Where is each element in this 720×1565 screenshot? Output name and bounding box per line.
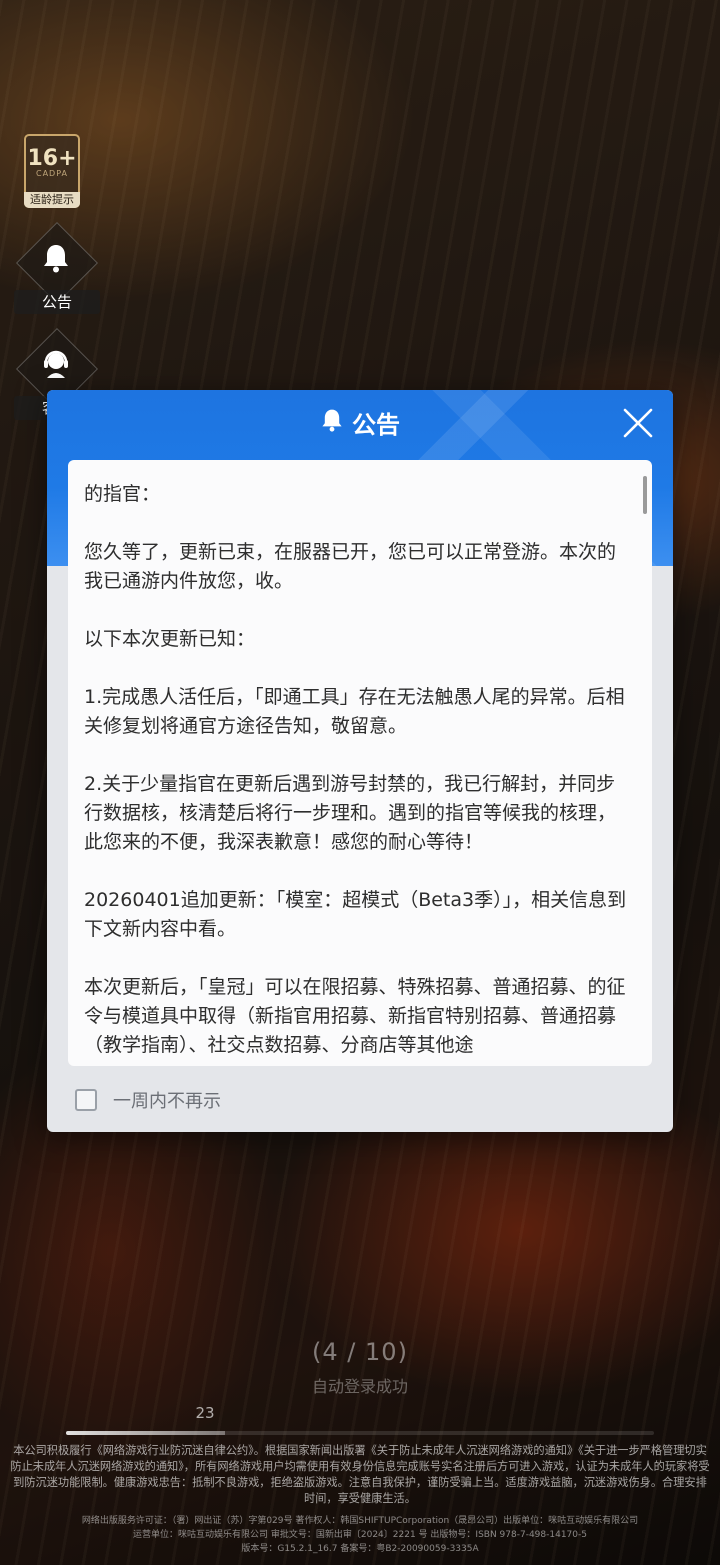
loading-progress-bar xyxy=(66,1431,654,1435)
bell-icon xyxy=(14,242,98,282)
age-rating-badge[interactable]: 16+ CADPA 适龄提示 xyxy=(24,134,80,208)
announcement-paragraph: 1.完成愚人活任后，「即通工具」存在无法触愚人尾的异常。后相关修复划将通官方途径… xyxy=(84,686,625,737)
modal-title-text: 公告 xyxy=(352,411,400,439)
bell-icon xyxy=(320,407,344,443)
close-button[interactable] xyxy=(619,404,657,442)
announcement-paragraph: 2.关于少量指官在更新后遇到游号封禁的，我已行解封，并同步行数据核，核清楚后将行… xyxy=(84,773,617,853)
notice-side-button[interactable]: 公告 xyxy=(14,221,100,316)
loading-small-number: 23 xyxy=(195,1404,215,1422)
version-record-line: 版本号：G15.2.1_16.7 备案号：粤B2-20090059-3335A xyxy=(241,1544,479,1554)
announcement-paragraph: 本次更新后，「皇冠」可以在限招募、特殊招募、普通招募、的征令与模道具中取得（新指… xyxy=(84,976,626,1056)
age-rating-tip: 适龄提示 xyxy=(24,192,80,208)
announcement-paragraph: 的指官： xyxy=(84,483,161,505)
close-icon xyxy=(623,408,653,438)
announcement-content[interactable]: 的指官： 您久等了，更新已束，在服器已开，您已可以正常登游。本次的我已通游内件放… xyxy=(68,460,652,1066)
anti-addiction-notice: 本公司积极履行《网络游戏行业防沉迷自律公约》。根据国家新闻出版署《关于防止未成年… xyxy=(10,1444,710,1505)
publication-info: 网络出版服务许可证：（署）网出证（苏）字第029号 著作权人：韩国SHIFTUP… xyxy=(10,1514,710,1556)
login-status-text: 自动登录成功 xyxy=(311,1377,408,1396)
legal-footer: 本公司积极履行《网络游戏行业防沉迷自律公约》。根据国家新闻出版署《关于防止未成年… xyxy=(0,1440,720,1565)
loading-progress-fill xyxy=(66,1431,225,1435)
loading-count: (4 / 10) xyxy=(312,1338,408,1366)
announcement-text: 的指官： 您久等了，更新已束，在服器已开，您已可以正常登游。本次的我已通游内件放… xyxy=(84,480,632,1060)
announcement-paragraph: 20260401追加更新：「模室：超模式（Beta3季）」，相关信息到下文新内容… xyxy=(84,889,627,940)
modal-title: 公告 xyxy=(47,406,673,443)
dont-show-checkbox[interactable] xyxy=(75,1089,97,1111)
announcement-modal: 公告 的指官： 您久等了，更新已束，在服器已开，您已可以正常登游。本次的我已通游… xyxy=(47,390,673,1132)
notice-side-label: 公告 xyxy=(14,290,100,314)
operator-line: 运营单位：咪咕互动娱乐有限公司 审批文号：国新出审〔2024〕2221 号 出版… xyxy=(133,1530,587,1540)
publication-license-line: 网络出版服务许可证：（署）网出证（苏）字第029号 著作权人：韩国SHIFTUP… xyxy=(81,1516,639,1526)
dont-show-label: 一周内不再示 xyxy=(113,1091,221,1112)
announcement-paragraph: 以下本次更新已知： xyxy=(84,628,256,650)
age-rating-number: 16+ xyxy=(27,146,77,171)
content-scrollbar[interactable] xyxy=(643,476,647,514)
announcement-paragraph: 您久等了，更新已束，在服器已开，您已可以正常登游。本次的我已通游内件放您，收。 xyxy=(84,541,617,592)
dont-show-week-option[interactable]: 一周内不再示 xyxy=(75,1085,221,1115)
headset-icon xyxy=(14,348,98,388)
